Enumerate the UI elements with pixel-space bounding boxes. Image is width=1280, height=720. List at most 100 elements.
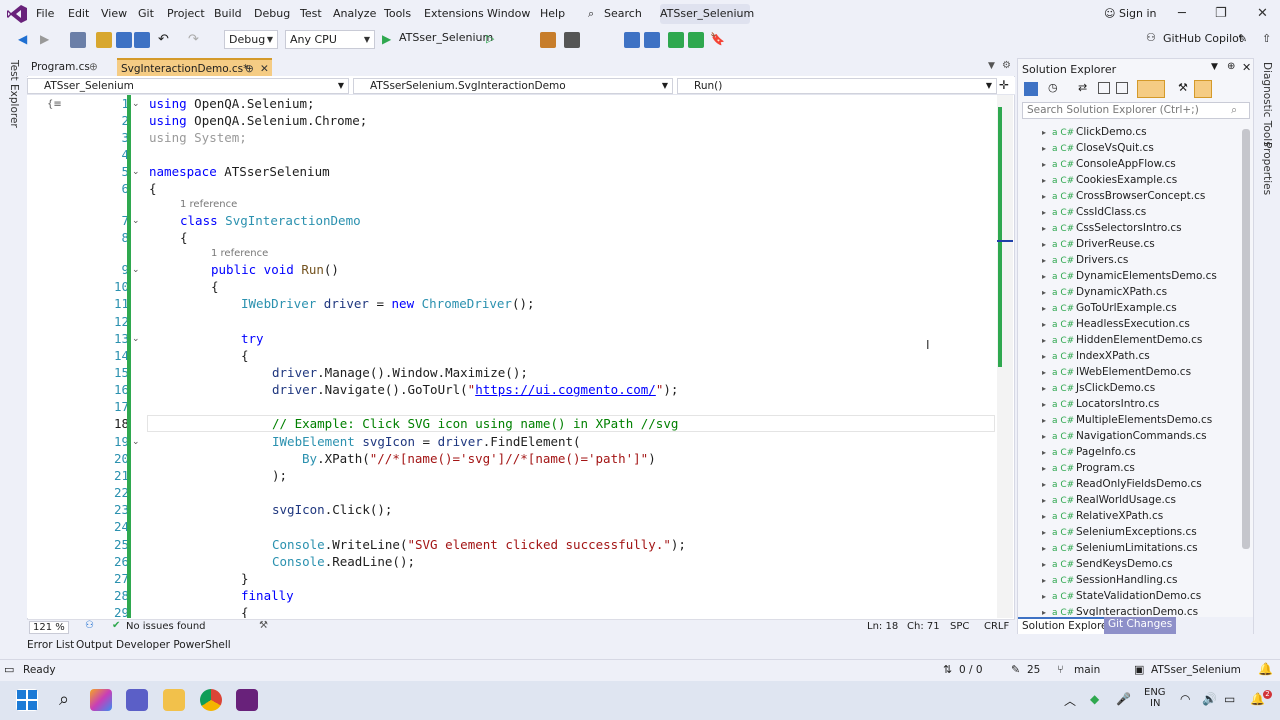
chevron-right-icon[interactable]: ▸ (1042, 605, 1052, 616)
open-folder-icon[interactable] (96, 32, 112, 48)
solution-file-item[interactable]: ▸ a C# CloseVsQuit.cs (1042, 140, 1154, 156)
chevron-right-icon[interactable]: ▸ (1042, 397, 1052, 413)
split-icon[interactable]: ✛ (999, 78, 1009, 92)
minimize-icon[interactable]: ─ (1178, 6, 1186, 21)
chevron-right-icon[interactable]: ▸ (1042, 125, 1052, 141)
menu-view[interactable]: View (101, 7, 127, 20)
test-explorer-tab[interactable]: Test Explorer (8, 60, 20, 128)
repo-name[interactable]: ATSser_Selenium (1151, 664, 1241, 676)
chevron-right-icon[interactable]: ▸ (1042, 413, 1052, 429)
solution-file-item[interactable]: ▸ a C# NavigationCommands.cs (1042, 428, 1207, 444)
tab-list-chevron-icon[interactable]: ▼ (988, 61, 995, 71)
pin-icon[interactable]: ⊕ (245, 60, 254, 78)
sync-icon[interactable]: ⇄ (1078, 81, 1087, 94)
class-dropdown[interactable]: ATSserSelenium.SvgInteractionDemo ▼ (353, 78, 673, 94)
restore-icon[interactable]: ❐ (1215, 6, 1227, 21)
chevron-right-icon[interactable]: ▸ (1042, 333, 1052, 349)
windows-start-icon[interactable] (16, 689, 38, 711)
solution-file-item[interactable]: ▸ a C# CrossBrowserConcept.cs (1042, 188, 1205, 204)
start-debug-icon[interactable]: ▶ (382, 32, 398, 48)
menu-window[interactable]: Window (487, 7, 530, 20)
chevron-right-icon[interactable]: ▸ (1042, 493, 1052, 509)
issues-status[interactable]: No issues found (126, 621, 206, 632)
wifi-icon[interactable]: ◠ (1180, 692, 1190, 706)
chevron-right-icon[interactable]: ▸ (1042, 589, 1052, 605)
chevron-right-icon[interactable]: ▸ (1042, 269, 1052, 285)
pin-icon[interactable]: ⊕ (1227, 61, 1235, 72)
edits-count[interactable]: 25 (1027, 664, 1040, 676)
menu-test[interactable]: Test (300, 7, 322, 20)
save-all-icon[interactable] (134, 32, 150, 48)
copilot-icon[interactable]: ⚇ (1146, 31, 1156, 44)
show-all-icon[interactable] (1116, 82, 1128, 94)
filter-toggle-icon[interactable] (1137, 80, 1165, 98)
tab-svginteractiondemo-cs[interactable]: SvgInteractionDemo.cs* ⊕ ✕ (117, 58, 272, 76)
search-icon[interactable]: ⌕ (588, 7, 594, 21)
input-language[interactable]: ENG IN (1144, 687, 1166, 709)
menu-analyze[interactable]: Analyze (333, 7, 376, 20)
chevron-right-icon[interactable]: ▸ (1042, 541, 1052, 557)
zoom-select[interactable]: 121 % (29, 621, 69, 634)
solution-file-item[interactable]: ▸ a C# DriverReuse.cs (1042, 236, 1155, 252)
copilot-app-icon[interactable] (90, 689, 112, 711)
chevron-right-icon[interactable]: ▸ (1042, 157, 1052, 173)
chevron-right-icon[interactable]: ▸ (1042, 381, 1052, 397)
solution-file-item[interactable]: ▸ a C# HiddenElementDemo.cs (1042, 332, 1202, 348)
solution-scrollbar-thumb[interactable] (1242, 129, 1250, 549)
properties-tab[interactable]: Properties (1261, 142, 1273, 195)
defender-icon[interactable]: ◆ (1090, 692, 1099, 706)
battery-icon[interactable]: ▭ (1224, 692, 1235, 706)
code-area[interactable]: 1 2 3 4 5 6 7 8 9 10 11 12 13 14 15 16 1… (27, 95, 995, 618)
branch-name[interactable]: main (1074, 664, 1100, 676)
close-icon[interactable]: ✕ (1257, 6, 1268, 21)
commits-status[interactable]: 0 / 0 (959, 664, 983, 676)
menu-build[interactable]: Build (214, 7, 242, 20)
search-icon[interactable]: ⌕ (53, 689, 75, 711)
copilot-status-icon[interactable]: ⚇ (85, 620, 94, 631)
solution-file-item[interactable]: ▸ a C# DynamicXPath.cs (1042, 284, 1167, 300)
history-icon[interactable]: ◷ (1048, 81, 1058, 94)
chevron-right-icon[interactable]: ▸ (1042, 429, 1052, 445)
preview-icon[interactable] (1194, 80, 1212, 98)
feedback-icon[interactable]: ⇧ (1262, 32, 1271, 45)
hot-reload-icon[interactable] (644, 32, 660, 48)
volume-icon[interactable]: 🔊 (1202, 692, 1217, 706)
file-explorer-icon[interactable] (163, 689, 185, 711)
chevron-right-icon[interactable]: ▸ (1042, 141, 1052, 157)
line-indicator[interactable]: Ln: 18 (867, 621, 898, 632)
solution-file-item[interactable]: ▸ a C# MultipleElementsDemo.cs (1042, 412, 1212, 428)
project-dropdown[interactable]: ATSser_Selenium ▼ (27, 78, 349, 94)
solution-file-item[interactable]: ▸ a C# ConsoleAppFlow.cs (1042, 156, 1176, 172)
menu-git[interactable]: Git (138, 7, 154, 20)
solution-file-item[interactable]: ▸ a C# CssIdClass.cs (1042, 204, 1146, 220)
menu-tools[interactable]: Tools (384, 7, 411, 20)
editor-scrollbar[interactable] (997, 95, 1013, 618)
back-icon[interactable]: ◀ (18, 32, 34, 48)
microphone-icon[interactable]: 🎤 (1116, 692, 1131, 706)
chevron-right-icon[interactable]: ▸ (1042, 301, 1052, 317)
pin-icon[interactable]: ⊕ (89, 58, 98, 76)
chevron-right-icon[interactable]: ▸ (1042, 285, 1052, 301)
start-project-button[interactable]: ATSser_Selenium (399, 31, 493, 44)
solution-file-item[interactable]: ▸ a C# IndexXPath.cs (1042, 348, 1150, 364)
chevron-up-icon[interactable]: ︿ (1064, 692, 1076, 709)
chevron-right-icon[interactable]: ▸ (1042, 365, 1052, 381)
close-tab-icon[interactable]: ✕ (260, 60, 269, 78)
fold-icon[interactable]: ⌄ (132, 265, 140, 275)
menu-debug[interactable]: Debug (254, 7, 290, 20)
platform-select[interactable]: Any CPU ▼ (285, 30, 375, 49)
redo-icon[interactable]: ↷ (188, 32, 204, 48)
chevron-right-icon[interactable]: ▸ (1042, 253, 1052, 269)
solution-file-item[interactable]: ▸ a C# PageInfo.cs (1042, 444, 1136, 460)
fold-icon[interactable]: ⌄ (132, 334, 140, 344)
outdent-icon[interactable] (688, 32, 704, 48)
solution-file-item[interactable]: ▸ a C# SeleniumExceptions.cs (1042, 524, 1197, 540)
configuration-select[interactable]: Debug ▼ (224, 30, 278, 49)
fold-icon[interactable]: ⌄ (132, 99, 140, 109)
quick-action-icon[interactable]: {≡ (47, 99, 62, 110)
solution-file-item[interactable]: ▸ a C# ClickDemo.cs (1042, 124, 1147, 140)
save-icon[interactable] (116, 32, 132, 48)
home-icon[interactable] (1024, 82, 1038, 96)
browse-icon[interactable] (540, 32, 556, 48)
chevron-right-icon[interactable]: ▸ (1042, 205, 1052, 221)
